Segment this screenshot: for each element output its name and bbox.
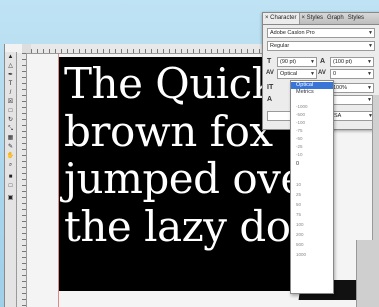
type-tool-icon[interactable]: T <box>6 81 15 88</box>
scale-tool-icon[interactable]: ⤡ <box>6 126 15 133</box>
tab-styles[interactable]: × Styles <box>300 13 326 24</box>
menu-item[interactable]: 100 <box>291 221 333 228</box>
menu-item-optical[interactable]: Optical <box>291 82 333 89</box>
menu-item[interactable]: -50 <box>291 135 333 142</box>
gradient-tool-icon[interactable]: ▦ <box>6 135 15 142</box>
font-style-select[interactable]: Regular ▼ <box>267 41 375 51</box>
menu-item-metrics[interactable]: Metrics <box>291 89 333 96</box>
menu-item[interactable]: 0 <box>291 161 333 168</box>
chevron-down-icon: ▼ <box>367 85 372 91</box>
eyedropper-tool-icon[interactable]: ✎ <box>6 144 15 151</box>
vertical-ruler[interactable] <box>17 53 27 307</box>
menu-item[interactable]: 200 <box>291 231 333 238</box>
horizontal-scale-field[interactable]: 100% ▼ <box>330 83 374 93</box>
menu-item[interactable]: 25 <box>291 191 333 198</box>
selection-tool-icon[interactable]: ▲ <box>6 54 15 61</box>
direct-selection-tool-icon[interactable]: △ <box>6 63 15 70</box>
baseline-shift-icon: A <box>267 96 273 103</box>
menu-item[interactable]: -10 <box>291 151 333 158</box>
rectangle-tool-icon[interactable]: □ <box>6 108 15 115</box>
screen: ▲ △ ✒ T / ☒ □ ↻ ⤡ ▦ ✎ ✋ ⌕ ■ □ ▣ The Quic… <box>0 0 379 307</box>
chevron-down-icon: ▼ <box>367 71 372 77</box>
fill-swatch-icon[interactable]: ■ <box>6 174 15 181</box>
menu-item[interactable]: -100 <box>291 119 333 126</box>
menu-item[interactable]: 10 <box>291 181 333 188</box>
tab-graph[interactable]: Graph <box>325 13 346 24</box>
menu-item[interactable]: -75 <box>291 127 333 134</box>
line-tool-icon[interactable]: / <box>6 90 15 97</box>
tools-panel: ▲ △ ✒ T / ☒ □ ↻ ⤡ ▦ ✎ ✋ ⌕ ■ □ ▣ <box>5 52 17 307</box>
chevron-down-icon: ▼ <box>367 59 372 65</box>
chevron-down-icon: ▼ <box>310 59 315 65</box>
tab-character[interactable]: × Character <box>263 13 300 24</box>
menu-item[interactable]: -500 <box>291 111 333 118</box>
tracking-field[interactable]: 0 ▼ <box>330 69 374 79</box>
chevron-down-icon: ▼ <box>310 71 315 77</box>
rotate-tool-icon[interactable]: ↻ <box>6 117 15 124</box>
kerning-field[interactable]: Optical ▼ <box>277 69 317 79</box>
tab-para-styles[interactable]: Styles <box>346 13 366 24</box>
panel-tab-bar: × Character × Styles Graph Styles <box>263 13 379 25</box>
leading-field[interactable]: (100 pt) ▼ <box>330 57 374 67</box>
menu-item[interactable]: 75 <box>291 211 333 218</box>
leading-icon: A <box>320 58 326 65</box>
kerning-dropdown-menu: Optical Metrics -1000 -500 -100 -75 -50 … <box>290 80 334 294</box>
font-family-select[interactable]: Adobe Caslon Pro ▼ <box>267 28 375 38</box>
chevron-down-icon: ▼ <box>368 30 373 36</box>
rectangle-frame-tool-icon[interactable]: ☒ <box>6 99 15 106</box>
font-size-icon: T <box>267 58 272 65</box>
menu-item[interactable]: -1000 <box>291 103 333 110</box>
tracking-icon: AV <box>318 70 326 76</box>
menu-item[interactable]: 500 <box>291 241 333 248</box>
text-line: jumped over <box>64 154 325 203</box>
menu-item[interactable]: 1000 <box>291 251 333 258</box>
stroke-swatch-icon[interactable]: □ <box>6 183 15 190</box>
view-mode-icon[interactable]: ▣ <box>6 195 15 202</box>
pen-tool-icon[interactable]: ✒ <box>6 72 15 79</box>
chevron-down-icon: ▼ <box>368 43 373 49</box>
zoom-tool-icon[interactable]: ⌕ <box>6 162 15 169</box>
kerning-icon: AV <box>266 70 274 76</box>
menu-item[interactable]: -25 <box>291 143 333 150</box>
hand-tool-icon[interactable]: ✋ <box>6 153 15 160</box>
text-line: the lazy dog. <box>64 201 330 251</box>
side-panel-dock <box>356 240 379 307</box>
vertical-scale-icon: IT <box>267 84 274 91</box>
menu-item[interactable]: 50 <box>291 201 333 208</box>
skew-field[interactable]: ▼ <box>330 95 374 105</box>
font-size-field[interactable]: (90 pt) ▼ <box>277 57 317 67</box>
